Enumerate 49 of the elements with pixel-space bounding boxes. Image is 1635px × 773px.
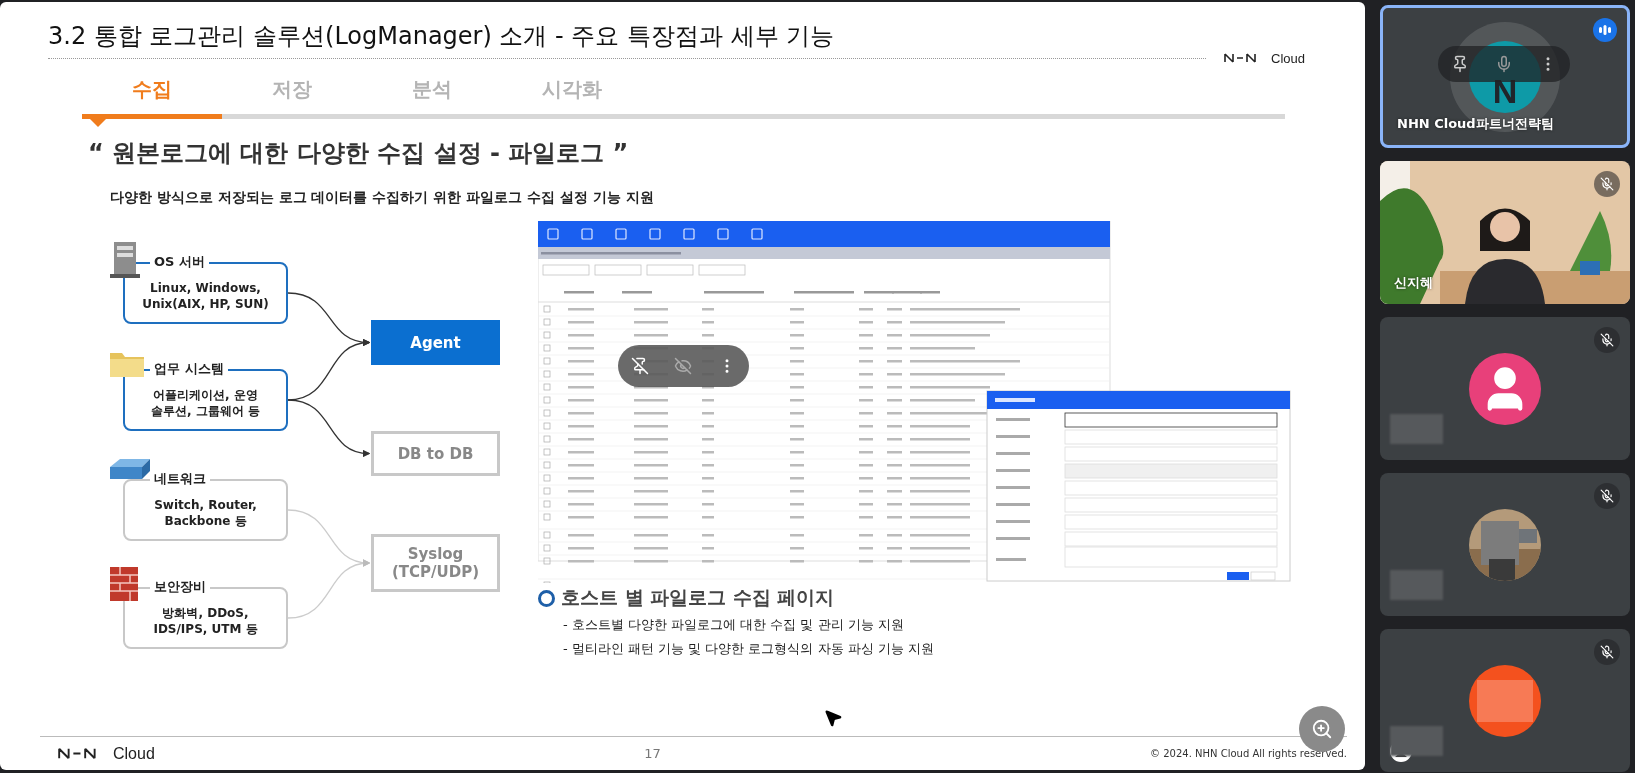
blurred-name	[1390, 414, 1443, 444]
pin-off-icon[interactable]	[630, 357, 649, 375]
feature-bullet: - 멀티라인 패턴 기능 및 다양한 로그형식의 자동 파싱 기능 지원	[563, 640, 935, 658]
pin-icon[interactable]	[1451, 55, 1469, 73]
blurred-name	[1390, 726, 1443, 756]
cursor-icon	[823, 708, 843, 728]
page-number: 17	[644, 746, 661, 761]
circle-bullet-icon	[538, 589, 555, 607]
mic-icon[interactable]	[1495, 55, 1513, 73]
mic-off-icon	[1600, 645, 1614, 659]
participant-tile[interactable]: 신지혜	[1380, 161, 1630, 304]
source-description: 어플리케이션, 운영 솔루션, 그룹웨어 등	[151, 387, 260, 419]
slide-tab[interactable]: 시각화	[502, 76, 642, 127]
slide-headline: “ 원본로그에 대한 다양한 수집 설정 - 파일로그 ”	[88, 138, 630, 169]
source-title: OS 서버	[150, 253, 209, 271]
participant-name: NHN Cloud파트너전략팀	[1397, 115, 1554, 133]
participant-tile[interactable]	[1380, 473, 1630, 616]
logo-text: Cloud	[113, 744, 155, 763]
copyright: © 2024. NHN Cloud All rights reserved.	[1150, 748, 1347, 759]
mic-off-icon	[1600, 333, 1614, 347]
slide-tab[interactable]: 저장	[222, 76, 362, 127]
source-title: 네트워크	[150, 470, 210, 488]
participant-tile[interactable]	[1380, 629, 1630, 772]
participant-name: 신지혜	[1394, 274, 1433, 292]
participant-tile[interactable]	[1380, 317, 1630, 460]
audio-bars-icon	[1599, 25, 1611, 35]
participant-tile[interactable]: N NHN Cloud파트너전략팀	[1380, 5, 1630, 148]
source-title: 업무 시스템	[150, 360, 228, 378]
source-description: Linux, Windows, Unix(AIX, HP, SUN)	[142, 280, 269, 312]
collector-box: Agent	[371, 320, 500, 365]
brick-wall-icon	[108, 565, 140, 603]
slide-title: 3.2 통합 로그관리 솔루션(LogManager) 소개 - 주요 특장점과 세부 기능	[48, 21, 836, 52]
blurred-name	[1390, 570, 1443, 600]
slide-tab[interactable]: 수집	[82, 76, 222, 127]
slide-tab[interactable]: 분석	[362, 76, 502, 127]
source-description: Switch, Router, Backbone 등	[154, 497, 257, 529]
server-icon	[108, 240, 142, 280]
collector-box: DB to DB	[371, 431, 500, 476]
zoom-in-icon	[1311, 718, 1333, 740]
source-description: 방화벽, DDoS, IDS/IPS, UTM 등	[153, 605, 258, 637]
mic-off-icon	[1600, 489, 1614, 503]
slide-subtitle: 다양한 방식으로 저장되는 로그 데이터를 수집하기 위한 파일로그 수집 설정 기능 지원	[110, 189, 655, 207]
mic-off-icon	[1600, 177, 1614, 191]
collector-box: Syslog (TCP/UDP)	[371, 534, 500, 592]
feature-heading: 호스트 별 파일로그 수집 페이지	[561, 585, 835, 610]
feature-bullet: - 호스트별 다양한 파일로그에 대한 수집 및 관리 기능 지원	[563, 616, 905, 634]
source-title: 보안장비	[150, 578, 210, 596]
blurred-area	[1477, 679, 1533, 722]
logo-text: Cloud	[1271, 50, 1305, 66]
